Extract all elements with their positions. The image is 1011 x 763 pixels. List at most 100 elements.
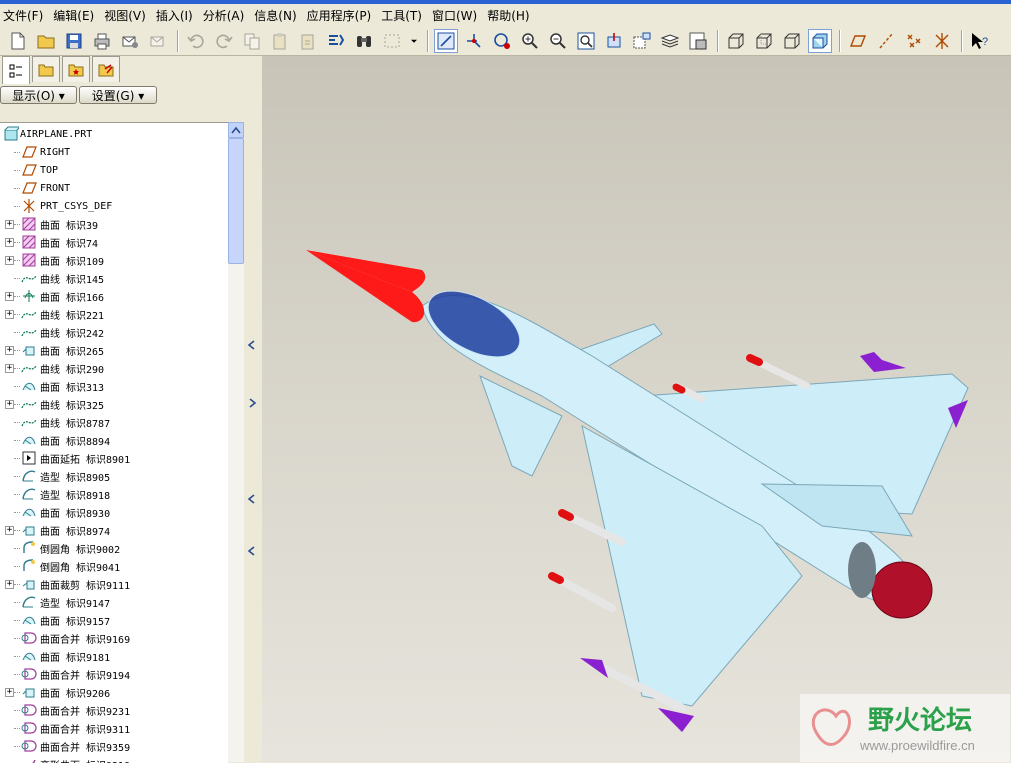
expand-toggle[interactable]: + [5,346,14,355]
tree-item[interactable]: 曲线 标识242 [0,323,228,341]
tree-item[interactable]: 曲面延拓 标识8901 [0,449,228,467]
refit-button[interactable] [574,29,598,53]
expand-toggle[interactable]: + [5,292,14,301]
tab-model-tree[interactable] [2,56,30,84]
redo-button[interactable] [212,29,236,53]
reorient-button[interactable] [602,29,626,53]
repaint-button[interactable] [434,29,458,53]
tree-item[interactable]: 造型 标识8918 [0,485,228,503]
tree-item[interactable]: +曲面裁剪 标识9111 [0,575,228,593]
regenerate-button[interactable] [324,29,348,53]
expand-toggle[interactable]: + [5,310,14,319]
save-button[interactable] [62,29,86,53]
tree-item[interactable]: 曲面 标识8930 [0,503,228,521]
tree-item[interactable]: +曲面 标识265 [0,341,228,359]
expand-toggle[interactable]: + [5,400,14,409]
tree-item[interactable]: 曲面合并 标识9169 [0,629,228,647]
zoom-out-button[interactable] [546,29,570,53]
scroll-thumb[interactable] [228,138,244,264]
tab-connections[interactable] [92,56,120,82]
wireframe-button[interactable] [724,29,748,53]
send-mail-button[interactable] [118,29,142,53]
menu-analysis[interactable]: 分析(A) [200,7,252,24]
menu-applications[interactable]: 应用程序(P) [304,7,379,24]
tree-item[interactable]: +曲面 标识74 [0,233,228,251]
expand-toggle[interactable]: + [5,580,14,589]
airplane-model[interactable] [262,56,1011,762]
expand-toggle[interactable]: + [5,238,14,247]
tree-item[interactable]: +曲面 标识166 [0,287,228,305]
menu-view[interactable]: 视图(V) [101,7,153,24]
tree-item[interactable]: FRONT [0,179,228,197]
tree-item[interactable]: 曲面 标识9181 [0,647,228,665]
new-button[interactable] [6,29,30,53]
zoom-in-button[interactable] [518,29,542,53]
scroll-up-button[interactable] [228,122,244,138]
expand-toggle[interactable]: + [5,526,14,535]
tree-item[interactable]: +曲面 标识109 [0,251,228,269]
paste-button[interactable] [268,29,292,53]
tree-item[interactable]: RIGHT [0,143,228,161]
datum-points-toggle[interactable] [902,29,926,53]
menu-tools[interactable]: 工具(T) [378,7,429,24]
show-dropdown[interactable]: 显示(O) ▾ [0,86,77,104]
tree-item[interactable]: 曲线 标识145 [0,269,228,287]
select-box-button[interactable] [380,29,404,53]
tree-item[interactable]: 倒圆角 标识9002 [0,539,228,557]
tree-item[interactable]: +曲线 标识290 [0,359,228,377]
tree-item[interactable]: 曲面合并 标识9311 [0,719,228,737]
tree-item[interactable]: 曲线 标识8787 [0,413,228,431]
undo-button[interactable] [184,29,208,53]
menu-insert[interactable]: 插入(I) [153,7,200,24]
tree-item[interactable]: 曲面 标识8894 [0,431,228,449]
tree-item[interactable]: 曲面合并 标识9231 [0,701,228,719]
expand-toggle[interactable]: + [5,688,14,697]
tab-folder-browser[interactable] [32,56,60,82]
tab-favorites[interactable] [62,56,90,82]
expand-toggle[interactable]: + [5,220,14,229]
tree-item[interactable]: 倒圆角 标识9041 [0,557,228,575]
saved-views-button[interactable] [630,29,654,53]
selection-filter-dropdown[interactable] [408,29,420,53]
tree-item[interactable]: TOP [0,161,228,179]
tree-item[interactable]: AIRPLANE.PRT [0,125,228,143]
datum-planes-toggle[interactable] [846,29,870,53]
tree-item[interactable]: +曲线 标识221 [0,305,228,323]
context-help-button[interactable]: ? [968,29,992,53]
paste-special-button[interactable] [296,29,320,53]
tree-item[interactable]: 曲面合并 标识9194 [0,665,228,683]
spin-center-button[interactable] [462,29,486,53]
orient-mode-button[interactable] [490,29,514,53]
open-button[interactable] [34,29,58,53]
tree-item[interactable]: 曲面 标识313 [0,377,228,395]
menu-window[interactable]: 窗口(W) [429,7,484,24]
tree-item[interactable]: 曲面 标识9157 [0,611,228,629]
tree-item[interactable]: +曲面 标识39 [0,215,228,233]
model-tree-scrollbar[interactable] [228,122,244,762]
graphics-window[interactable]: 野火论坛 www.proewildfire.cn [262,56,1011,762]
tree-item[interactable]: +曲面 标识9206 [0,683,228,701]
print-button[interactable] [90,29,114,53]
tree-item[interactable]: 造型 标识9147 [0,593,228,611]
tree-item[interactable]: PRT_CSYS_DEF [0,197,228,215]
menu-help[interactable]: 帮助(H) [484,7,536,24]
menu-edit[interactable]: 编辑(E) [50,7,101,24]
copy-button[interactable] [240,29,264,53]
no-hidden-button[interactable] [780,29,804,53]
settings-dropdown[interactable]: 设置(G) ▾ [79,86,157,104]
view-manager-button[interactable] [686,29,710,53]
tree-item[interactable]: 造型 标识8905 [0,467,228,485]
expand-toggle[interactable]: + [5,256,14,265]
tree-item[interactable]: +曲线 标识325 [0,395,228,413]
tree-item[interactable]: +曲面 标识8974 [0,521,228,539]
layers-button[interactable] [658,29,682,53]
send-link-button[interactable] [146,29,170,53]
shading-button[interactable] [808,29,832,53]
tree-item[interactable]: 曲面合并 标识9359 [0,737,228,755]
menu-file[interactable]: 文件(F) [0,7,50,24]
find-button[interactable] [352,29,376,53]
datum-axes-toggle[interactable] [874,29,898,53]
hidden-line-button[interactable] [752,29,776,53]
expand-toggle[interactable]: + [5,364,14,373]
panel-splitter[interactable] [244,56,262,762]
